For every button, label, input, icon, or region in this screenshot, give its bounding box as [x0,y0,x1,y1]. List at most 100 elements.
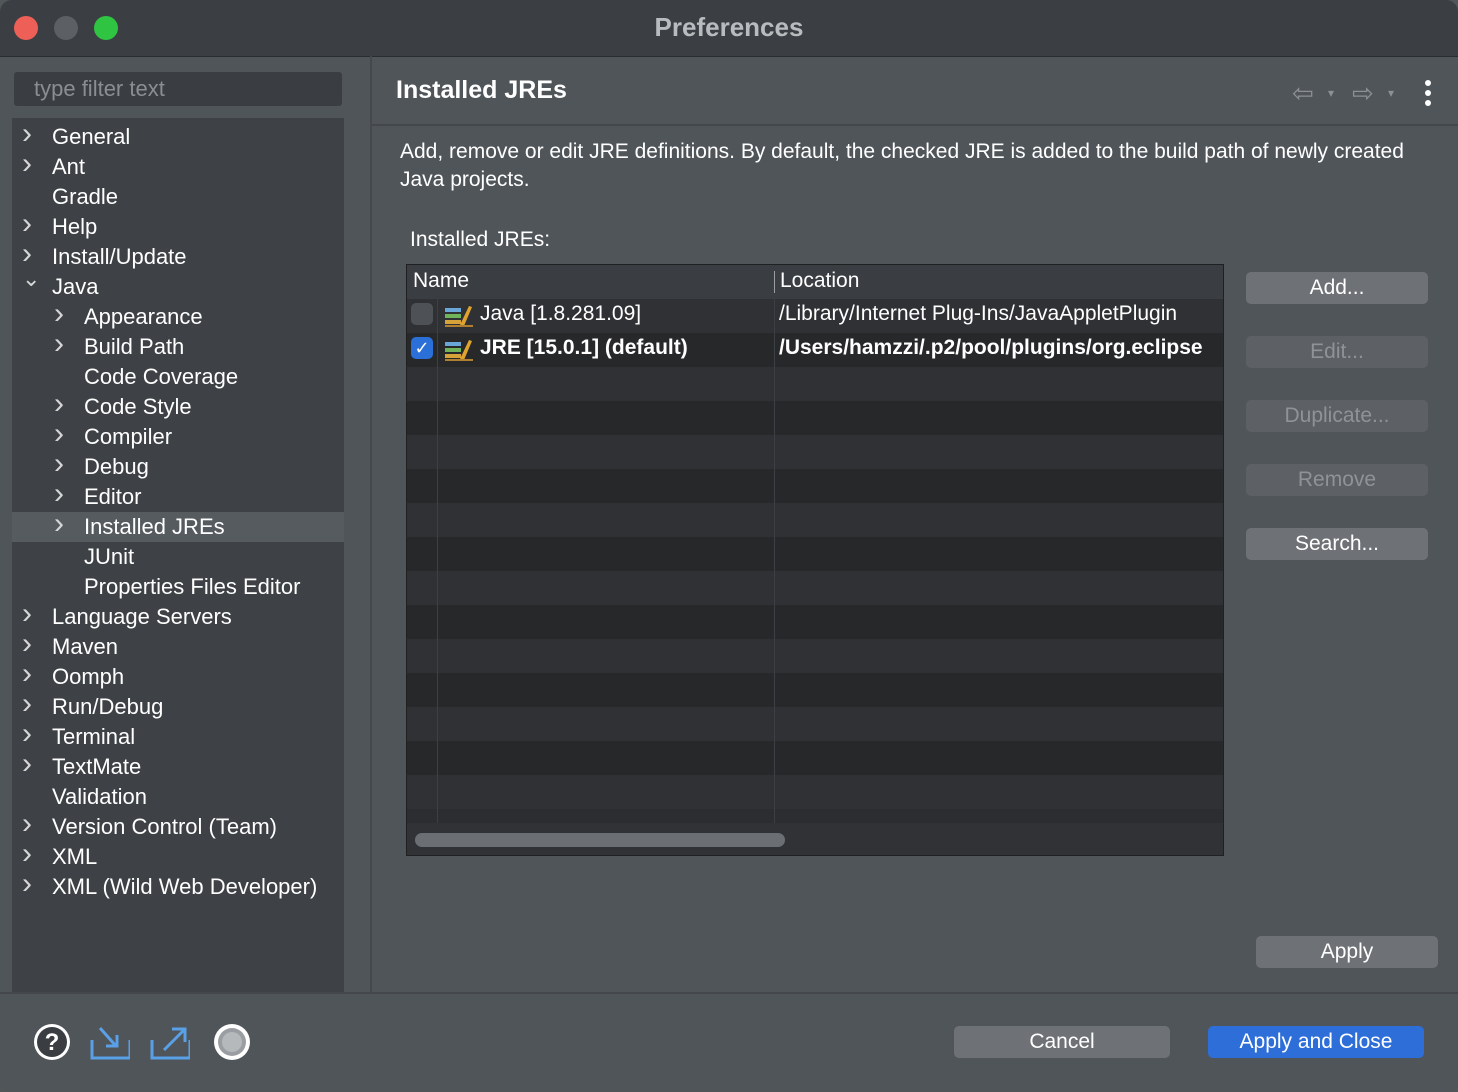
preference-tree: › General › Ant Gradle › Help › Install/Update ⌄ J… [12,118,344,992]
remove-button[interactable]: Remove [1246,464,1428,496]
chevron-right-icon[interactable]: › [22,599,42,629]
tree-item-oomph[interactable]: › Oomph [12,659,344,692]
tree-item-xml[interactable]: › XML [12,839,344,872]
chevron-right-icon[interactable]: › [22,719,42,749]
empty-row [407,775,1223,809]
tree-item-label: TextMate [52,754,142,779]
tree-item-junit[interactable]: JUnit [12,542,344,572]
empty-row [407,469,1223,503]
tree-item-install-update[interactable]: › Install/Update [12,239,344,272]
tree-item-build-path[interactable]: › Build Path [12,329,344,362]
tree-item-run-debug[interactable]: › Run/Debug [12,689,344,722]
chevron-right-icon[interactable]: › [54,509,74,539]
add-button[interactable]: Add... [1246,272,1428,304]
empty-row [407,435,1223,469]
tree-item-general[interactable]: › General [12,119,344,152]
page-description: Add, remove or edit JRE definitions. By … [400,140,1404,191]
cancel-button[interactable]: Cancel [954,1026,1170,1058]
chevron-down-icon[interactable]: ⌄ [22,264,42,294]
forward-arrow-icon[interactable]: ⇨ [1352,78,1374,109]
chevron-right-icon[interactable]: › [54,419,74,449]
scrollbar-thumb[interactable] [415,833,785,847]
tree-item-gradle[interactable]: Gradle [12,182,344,212]
chevron-right-icon[interactable]: › [22,749,42,779]
header-divider [372,124,1458,126]
edit-button[interactable]: Edit... [1246,336,1428,368]
installed-jres-label: Installed JREs: [410,228,551,251]
chevron-right-icon[interactable]: › [22,839,42,869]
tree-item-label: Version Control (Team) [52,814,277,839]
title-bar: Preferences [0,0,1458,57]
chevron-right-icon[interactable]: › [22,659,42,689]
checkbox-checked[interactable]: ✓ [411,337,433,359]
back-dropdown-icon[interactable]: ▾ [1328,86,1334,100]
chevron-right-icon[interactable]: › [22,809,42,839]
tree-item-label: Validation [52,784,147,809]
tree-item-properties-files-editor[interactable]: Properties Files Editor [12,572,344,602]
column-header-location[interactable]: Location [780,269,859,293]
tree-item-label: Help [52,214,98,239]
chevron-right-icon[interactable]: › [54,479,74,509]
tree-item-label: Terminal [52,724,136,749]
export-icon[interactable] [150,1022,190,1062]
jre-location: /Library/Internet Plug-Ins/JavaAppletPlu… [779,302,1178,325]
tree-item-installed-jres[interactable]: › Installed JREs [12,509,344,542]
tree-item-label: Install/Update [52,244,187,269]
tree-item-label: General [52,124,131,149]
checkbox[interactable] [411,303,433,325]
svg-text:?: ? [45,1029,60,1056]
apply-and-close-button[interactable]: Apply and Close [1208,1026,1424,1058]
chevron-right-icon[interactable]: › [22,209,42,239]
horizontal-scrollbar[interactable] [407,823,1223,855]
view-menu-icon[interactable] [1420,78,1436,108]
column-divider [437,299,438,823]
chevron-right-icon[interactable]: › [54,449,74,479]
search-button[interactable]: Search... [1246,528,1428,560]
table-row[interactable]: Java [1.8.281.09] /Library/Internet Plug-… [407,299,1223,333]
tree-item-label: Appearance [84,304,203,329]
tree-item-version-control-team[interactable]: › Version Control (Team) [12,809,344,842]
tree-item-label: Properties Files Editor [84,574,301,599]
empty-row [407,537,1223,571]
import-icon[interactable] [90,1022,130,1062]
empty-row [407,605,1223,639]
column-header-name[interactable]: Name [413,269,469,293]
table-row[interactable]: ✓ JRE [15.0.1] (default) /Users/hamzzi/.p2… [407,333,1223,367]
record-icon[interactable] [212,1022,252,1062]
tree-item-label: Language Servers [52,604,232,629]
tree-item-language-servers[interactable]: › Language Servers [12,599,344,632]
tree-item-validation[interactable]: Validation [12,782,344,812]
chevron-right-icon[interactable]: › [22,689,42,719]
jre-name: Java [1.8.281.09] [480,302,642,325]
jre-table: Name Location Java [1.8.281.09] /Library/… [406,264,1224,856]
tree-item-help[interactable]: › Help [12,209,344,242]
apply-button[interactable]: Apply [1256,936,1438,968]
chevron-right-icon[interactable]: › [54,299,74,329]
tree-item-ant[interactable]: › Ant [12,149,344,182]
chevron-right-icon[interactable]: › [54,329,74,359]
tree-item-xml-wild-web-developer[interactable]: › XML (Wild Web Developer) [12,869,344,902]
column-divider [774,299,775,823]
tree-item-label: Code Style [84,394,192,419]
help-icon[interactable]: ? [32,1022,72,1062]
forward-dropdown-icon[interactable]: ▾ [1388,86,1394,100]
window-title: Preferences [654,12,804,42]
jre-library-icon [445,306,473,327]
duplicate-button[interactable]: Duplicate... [1246,400,1428,432]
tree-item-maven[interactable]: › Maven [12,629,344,662]
chevron-right-icon[interactable]: › [22,629,42,659]
tree-item-textmate[interactable]: › TextMate [12,749,344,782]
chevron-right-icon[interactable]: › [22,119,42,149]
chevron-right-icon[interactable]: › [22,149,42,179]
chevron-right-icon[interactable]: › [22,869,42,899]
page-title: Installed JREs [396,76,567,104]
empty-row [407,503,1223,537]
back-arrow-icon[interactable]: ⇦ [1292,78,1314,109]
tree-item-label: Debug [84,454,149,479]
panel-divider[interactable] [370,56,372,992]
filter-input[interactable] [14,72,342,106]
column-resize-handle[interactable] [774,271,775,293]
chevron-right-icon[interactable]: › [54,389,74,419]
empty-row [407,639,1223,673]
tree-item-terminal[interactable]: › Terminal [12,719,344,752]
